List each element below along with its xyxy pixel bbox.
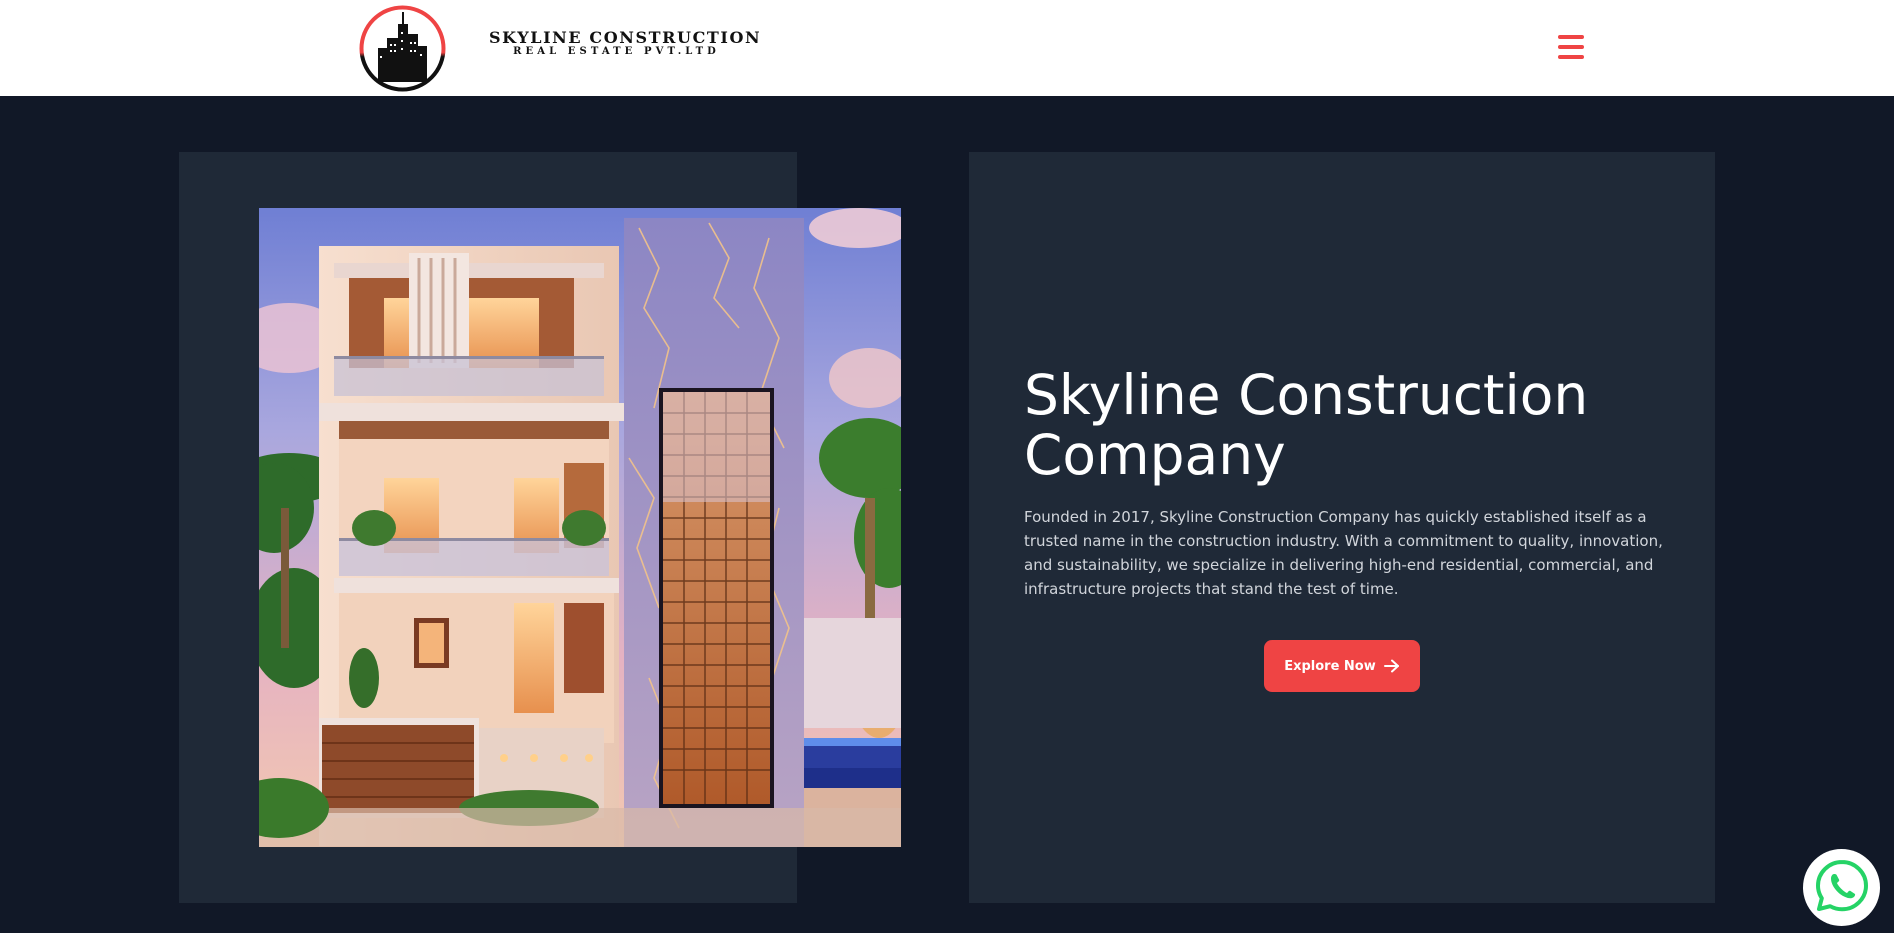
- brand-subtitle: REAL ESTATE PVT.LTD: [513, 46, 720, 57]
- explore-now-label: Explore Now: [1284, 658, 1376, 674]
- site-header: SKYLINE CONSTRUCTION REAL ESTATE PVT.LTD: [0, 0, 1894, 96]
- arrow-right-icon: [1383, 659, 1400, 673]
- page-title: Skyline Construction Company: [1024, 363, 1589, 487]
- brand-name[interactable]: SKYLINE CONSTRUCTION REAL ESTATE PVT.LTD: [489, 28, 762, 57]
- company-description: Founded in 2017, Skyline Construction Co…: [1024, 508, 1663, 598]
- explore-now-button[interactable]: Explore Now: [1264, 640, 1420, 692]
- brand-title: SKYLINE CONSTRUCTION: [489, 28, 762, 47]
- skyline-logo-icon[interactable]: [358, 4, 447, 93]
- hamburger-menu-icon[interactable]: [1556, 33, 1586, 61]
- whatsapp-button[interactable]: [1803, 849, 1880, 926]
- whatsapp-icon: [1812, 856, 1872, 920]
- hero-house-image: [259, 208, 901, 847]
